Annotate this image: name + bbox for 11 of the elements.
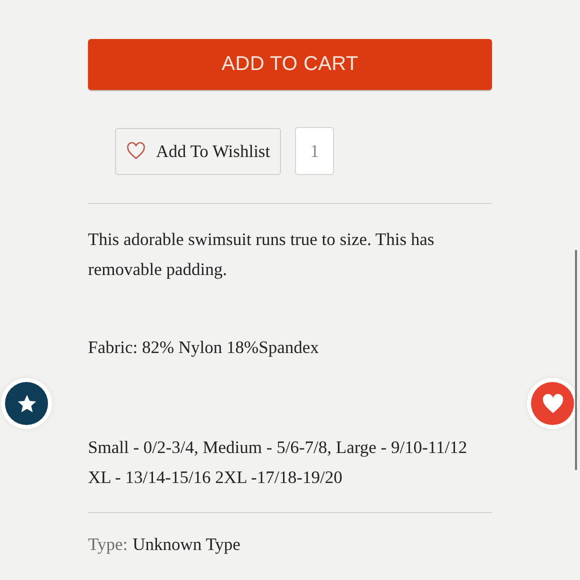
heart-icon <box>542 394 564 414</box>
description-text: This adorable swimsuit runs true to size. This has removable padding. <box>88 228 436 281</box>
star-icon <box>16 392 38 414</box>
add-to-cart-button[interactable]: ADD TO CART <box>88 39 492 90</box>
add-to-wishlist-button[interactable]: Add To Wishlist <box>115 128 282 174</box>
type-label: Type: <box>88 534 128 554</box>
heart-icon <box>126 142 146 160</box>
description-text: Fabric: 82% Nylon 18%Spandex <box>88 336 320 359</box>
description-text: Small - 0/2-3/4, Medium - 5/6-7/8, Large - 9/10-11/12 XL - 13/14-15/16 2XL -17/18-19/20 <box>88 436 468 489</box>
wishlist-count: 1 <box>295 127 334 175</box>
type-value: Unknown Type <box>132 534 240 554</box>
